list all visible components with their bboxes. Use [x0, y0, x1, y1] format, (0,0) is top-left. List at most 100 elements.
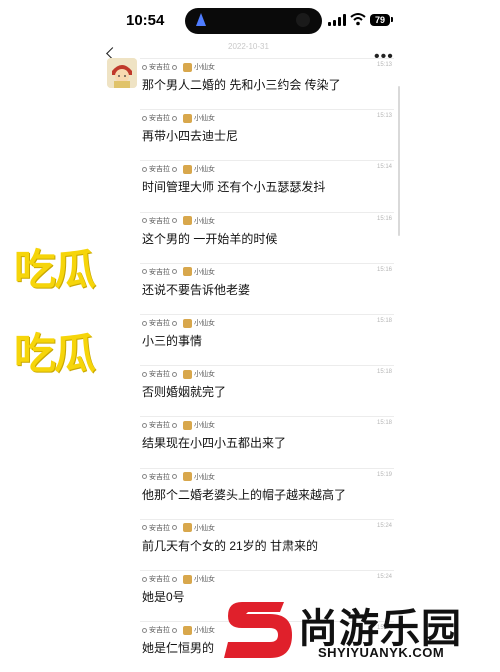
- status-bar: 10:54 79: [0, 0, 500, 40]
- recipient-status-icon: [172, 371, 177, 377]
- sender-status-icon: [142, 115, 147, 121]
- status-time: 10:54: [126, 12, 165, 29]
- divider: [140, 365, 394, 367]
- recipient-badge-icon: [183, 216, 192, 226]
- recipient-name: 小仙女: [194, 422, 215, 430]
- message-text: 还说不要告诉他老婆: [142, 282, 251, 297]
- divider: [140, 570, 394, 571]
- message-text: 小三的事情: [142, 334, 203, 348]
- recipient-badge-icon: [183, 369, 192, 379]
- recipient-name: 小仙女: [194, 115, 215, 123]
- sender-name: 安吉拉: [149, 166, 170, 174]
- recipient-badge-icon: [183, 318, 192, 328]
- sender-name: 安吉拉: [149, 217, 170, 225]
- recipient-name: 小仙女: [194, 473, 215, 481]
- recipient-badge-icon: [183, 164, 192, 174]
- battery-tip: [391, 17, 393, 22]
- recipient-name: 小仙女: [194, 524, 215, 532]
- location-arrow-icon: [196, 13, 206, 26]
- message-time: 15:24: [376, 522, 392, 529]
- sender-name: 安吉拉: [149, 268, 170, 276]
- message-time: 15:13: [376, 113, 392, 120]
- recipient-name: 小仙女: [194, 576, 215, 583]
- divider: [140, 518, 394, 520]
- message-item[interactable]: 安吉拉 小仙女 15:19 他那个二婚老婆头上的帽子越来越高了: [140, 467, 394, 519]
- recipient-status-icon: [172, 166, 177, 172]
- sender-name: 安吉拉: [149, 320, 170, 327]
- sender-name: 安吉拉: [149, 473, 170, 481]
- recipient-name: 小仙女: [194, 268, 215, 276]
- message-item[interactable]: 安吉拉 小仙女 15:18 结果现在小四小五都出来了: [140, 416, 394, 467]
- sender-status-icon: [142, 627, 147, 633]
- divider: [140, 314, 394, 315]
- recipient-badge-icon: [183, 420, 192, 430]
- message-meta: 安吉拉 小仙女: [142, 369, 215, 379]
- message-time: 15:13: [376, 62, 392, 68]
- sender-name: 安吉拉: [149, 371, 170, 379]
- message-text: 这个男的 一开始羊的时候: [142, 231, 278, 246]
- message-item[interactable]: 安吉拉 小仙女 15:18 否则婚姻就完了: [140, 365, 394, 416]
- recipient-status-icon: [172, 627, 177, 633]
- battery-indicator: 79: [370, 14, 390, 26]
- message-meta: 安吉拉 小仙女: [142, 164, 215, 174]
- recipient-status-icon: [172, 269, 177, 275]
- recipient-badge-icon: [183, 472, 192, 482]
- message-text: 她是0号: [142, 590, 185, 604]
- sender-status-icon: [142, 320, 147, 326]
- message-text: 再带小四去迪士尼: [142, 129, 239, 144]
- recipient-name: 小仙女: [194, 627, 215, 635]
- message-item[interactable]: 安吉拉 小仙女 15:13 再带小四去迪士尼: [140, 109, 394, 160]
- chat-date: 2022-10-31: [228, 42, 269, 51]
- message-item[interactable]: 安吉拉 小仙女 15:24 前几天有个女的 21岁的 甘肃来的: [140, 518, 394, 570]
- message-time: 15:18: [376, 369, 392, 376]
- recipient-name: 小仙女: [194, 320, 215, 327]
- message-meta: 安吉拉 小仙女: [142, 472, 215, 482]
- message-item[interactable]: 安吉拉 小仙女 15:18 小三的事情: [140, 314, 394, 365]
- sender-status-icon: [142, 269, 147, 275]
- message-item[interactable]: 安吉拉 小仙女 15:14 时间管理大师 还有个小五瑟瑟发抖: [140, 160, 394, 211]
- message-meta: 安吉拉 小仙女: [142, 420, 215, 430]
- sender-status-icon: [142, 371, 147, 377]
- divider: [140, 211, 394, 213]
- recipient-status-icon: [172, 525, 177, 531]
- message-text: 前几天有个女的 21岁的 甘肃来的: [142, 538, 319, 553]
- recipient-name: 小仙女: [194, 64, 215, 71]
- watermark-url: SHYIYUANYK.COM: [318, 645, 445, 660]
- signal-icon: [328, 14, 346, 26]
- message-time: 15:18: [376, 318, 392, 324]
- scrollbar[interactable]: [398, 86, 400, 236]
- recipient-badge-icon: [183, 267, 192, 277]
- recipient-status-icon: [172, 576, 177, 582]
- message-item[interactable]: 安吉拉 小仙女 15:16 这个男的 一开始羊的时候: [140, 211, 394, 263]
- message-item[interactable]: 安吉拉 小仙女 15:16 还说不要告诉他老婆: [140, 262, 394, 314]
- message-meta: 安吉拉 小仙女: [142, 523, 215, 533]
- message-meta: 安吉拉 小仙女: [142, 625, 215, 635]
- sender-status-icon: [142, 218, 147, 224]
- divider: [140, 467, 394, 469]
- message-meta: 安吉拉 小仙女: [142, 113, 215, 123]
- divider: [140, 58, 394, 59]
- recipient-status-icon: [172, 64, 177, 70]
- message-meta: 安吉拉 小仙女: [142, 267, 215, 277]
- message-meta: 安吉拉 小仙女: [142, 216, 215, 226]
- recipient-badge-icon: [183, 113, 192, 123]
- divider: [140, 416, 394, 418]
- message-text: 时间管理大师 还有个小五瑟瑟发抖: [142, 180, 326, 195]
- message-item[interactable]: 安吉拉 小仙女 15:13 那个男人二婚的 先和小三约会 传染了: [140, 58, 394, 109]
- sender-name: 安吉拉: [149, 627, 170, 635]
- sender-status-icon: [142, 422, 147, 428]
- wifi-icon: [350, 13, 366, 26]
- message-text: 她是仁恒男的: [142, 641, 215, 656]
- message-time: 15:24: [376, 574, 392, 580]
- divider: [140, 262, 394, 264]
- message-text: 那个男人二婚的 先和小三约会 传染了: [142, 78, 341, 92]
- sender-status-icon: [142, 166, 147, 172]
- message-meta: 安吉拉 小仙女: [142, 62, 215, 72]
- message-text: 否则婚姻就完了: [142, 385, 227, 400]
- recipient-status-icon: [172, 422, 177, 428]
- recipient-status-icon: [172, 474, 177, 480]
- sender-status-icon: [142, 64, 147, 70]
- avatar[interactable]: [107, 58, 137, 88]
- camera-icon: [296, 13, 310, 27]
- brand-logo-icon: [224, 602, 292, 658]
